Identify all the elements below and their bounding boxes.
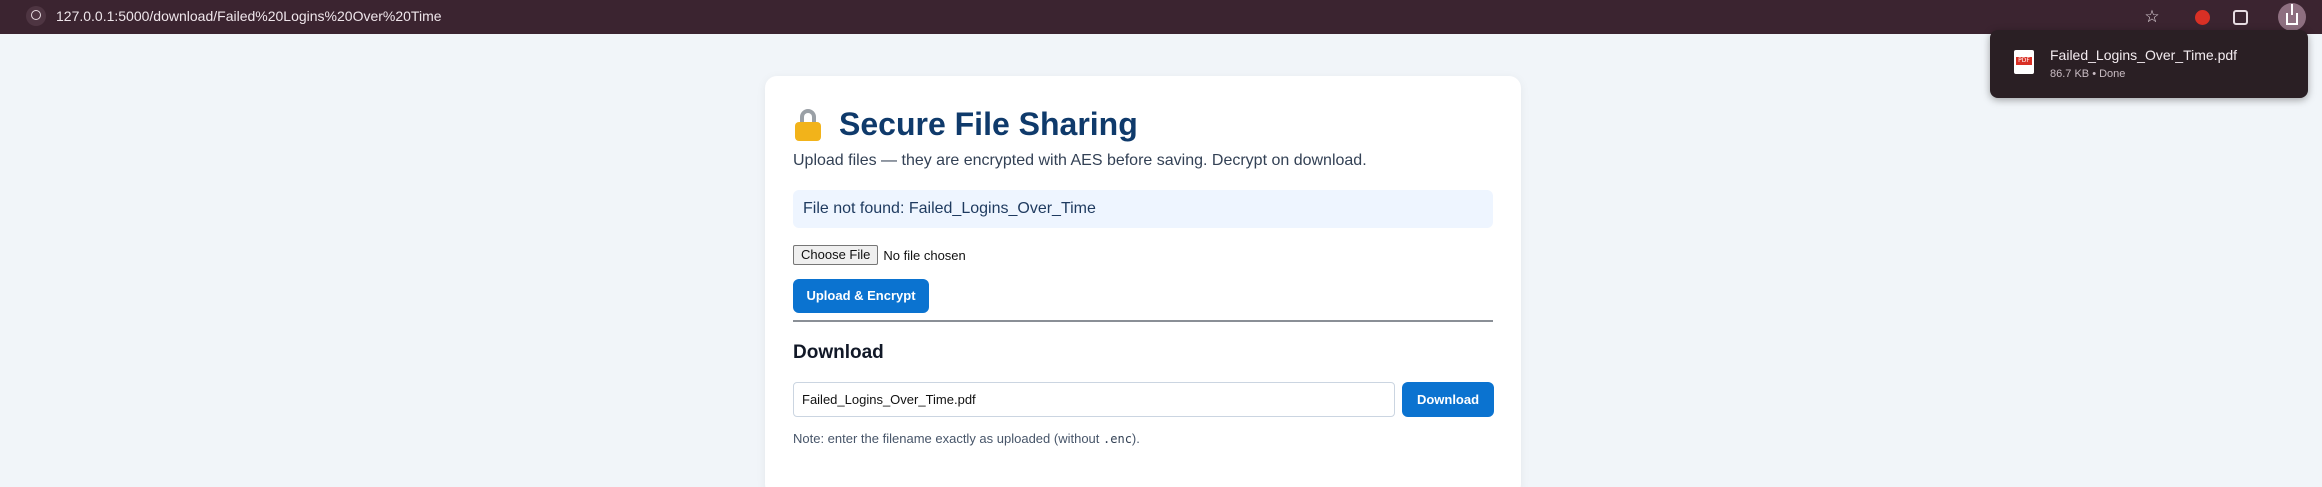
downloads-icon[interactable] [2278, 3, 2306, 31]
download-status: 86.7 KB • Done [2050, 68, 2126, 80]
extensions-puzzle-icon[interactable] [2228, 5, 2252, 29]
lock-icon [795, 108, 821, 141]
extension-icon[interactable] [2190, 5, 2214, 29]
bookmark-star-icon[interactable]: ☆ [2140, 5, 2164, 29]
download-note: Note: enter the filename exactly as uplo… [793, 431, 1140, 446]
download-heading: Download [793, 342, 884, 363]
notice-message: File not found: Failed_Logins_Over_Time [793, 190, 1493, 228]
browser-toolbar: 127.0.0.1:5000/download/Failed%20Logins%… [0, 0, 2322, 34]
download-filename: Failed_Logins_Over_Time.pdf [2050, 47, 2238, 63]
page-subtitle: Upload files — they are encrypted with A… [793, 152, 1367, 169]
address-bar[interactable]: 127.0.0.1:5000/download/Failed%20Logins%… [56, 6, 442, 26]
choose-file-button[interactable]: Choose File [793, 245, 879, 265]
page-title: Secure File Sharing [795, 106, 1138, 143]
file-input-status: No file chosen [883, 247, 966, 263]
site-info-icon[interactable] [26, 6, 46, 26]
file-input[interactable]: Choose File No file chosen [793, 245, 966, 265]
page-title-text: Secure File Sharing [839, 106, 1138, 142]
download-bubble[interactable]: PDF Failed_Logins_Over_Time.pdf 86.7 KB … [1990, 30, 2308, 98]
pdf-file-icon: PDF [2014, 50, 2034, 74]
download-filename-input[interactable]: Failed_Logins_Over_Time.pdf [793, 382, 1395, 417]
download-button[interactable]: Download [1402, 382, 1494, 417]
main-card: Secure File Sharing Upload files — they … [765, 76, 1521, 487]
divider [793, 320, 1493, 322]
upload-encrypt-button[interactable]: Upload & Encrypt [793, 279, 929, 313]
enc-extension: .enc [1103, 432, 1132, 446]
